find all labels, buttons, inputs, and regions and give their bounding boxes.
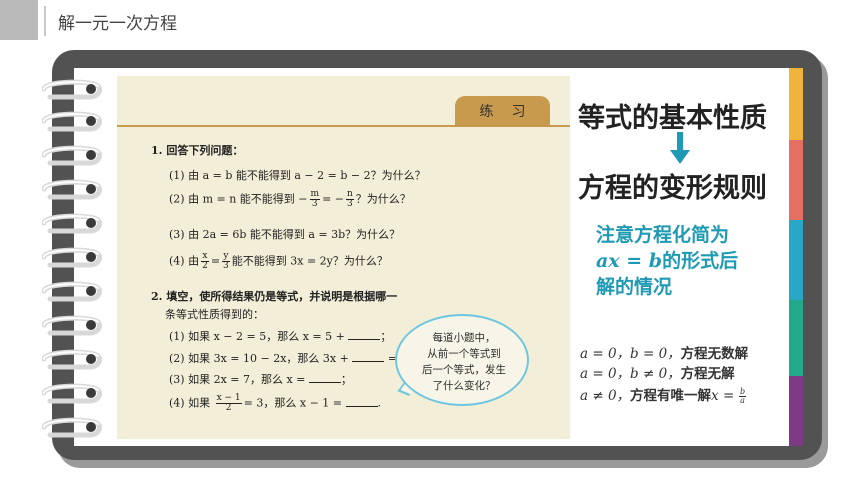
- binder-ring-icon: [42, 382, 104, 404]
- binder-ring-icon: [42, 78, 104, 100]
- notebook-tab-blue: [789, 220, 803, 300]
- speech-bubble-text: 每道小题中， 从前一个等式到 后一个等式，发生 了什么变化？: [422, 332, 506, 392]
- binder-ring-icon: [42, 314, 104, 336]
- notebook-tab-green: [789, 300, 803, 376]
- notebook-tab-red: [789, 140, 803, 220]
- simplify-note: 注意方程化简为 ax = b的形式后 解的情况: [596, 224, 739, 298]
- binder-ring-icon: [42, 178, 104, 200]
- equality-properties-heading: 等式的基本性质: [578, 103, 767, 134]
- notebook-tab-yellow: [789, 68, 803, 140]
- case-infinite-solutions: a = 0，b = 0，方程无数解: [580, 346, 749, 362]
- binder-ring-icon: [42, 280, 104, 302]
- arrow-down-icon: [670, 132, 690, 164]
- header-divider: [44, 6, 46, 36]
- equation-transform-heading: 方程的变形规则: [578, 173, 767, 204]
- header-accent-block: [0, 0, 38, 40]
- binder-ring-icon: [42, 246, 104, 268]
- binder-ring-icon: [42, 416, 104, 438]
- case-no-solution: a = 0，b ≠ 0，方程无解: [580, 366, 735, 382]
- page-title: 解一元一次方程: [58, 14, 177, 34]
- binder-ring-icon: [42, 144, 104, 166]
- binder-ring-icon: [42, 212, 104, 234]
- case-unique-solution: a ≠ 0，方程有唯一解x = ba: [580, 386, 747, 405]
- notebook-tab-purple: [789, 376, 803, 446]
- bubble-layer: 每道小题中， 从前一个等式到 后一个等式，发生 了什么变化？: [117, 76, 570, 439]
- binder-ring-icon: [42, 110, 104, 132]
- binder-ring-icon: [42, 348, 104, 370]
